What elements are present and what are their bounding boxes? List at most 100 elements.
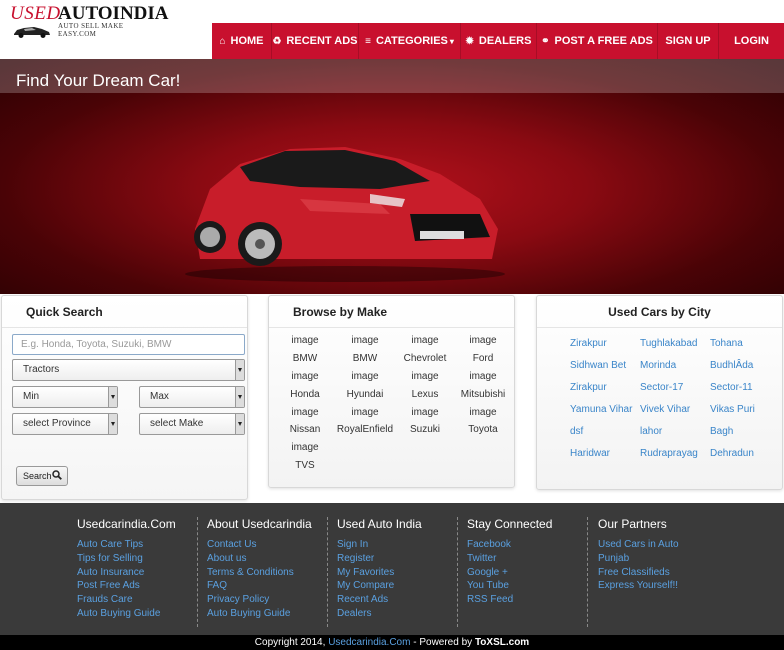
footer-link[interactable]: FAQ	[207, 579, 327, 593]
make-logo-image[interactable]: image	[275, 442, 335, 460]
make-select[interactable]: select Make	[139, 413, 245, 435]
city-link[interactable]: dsf	[570, 426, 640, 448]
make-logo-image[interactable]: image	[395, 335, 455, 353]
city-link[interactable]: Tohana	[710, 338, 770, 360]
make-link[interactable]: RoyalEnfield	[335, 424, 395, 442]
footer-link[interactable]: Post Free Ads	[77, 579, 197, 593]
nav-login[interactable]: LOGIN	[719, 23, 784, 59]
footer-link[interactable]: Terms & Conditions	[207, 566, 327, 580]
footer-link[interactable]: Auto Buying Guide	[207, 607, 327, 621]
footer-link[interactable]: Contact Us	[207, 538, 327, 552]
powered-by-link[interactable]: ToXSL.com	[475, 637, 529, 648]
make-logo-image[interactable]: image	[335, 371, 395, 389]
make-link[interactable]: TVS	[275, 460, 335, 478]
footer-link[interactable]: Privacy Policy	[207, 593, 327, 607]
city-link[interactable]: Vikas Puri	[710, 404, 770, 426]
make-link[interactable]: Honda	[275, 389, 335, 407]
make-logo-image[interactable]: image	[455, 407, 511, 425]
city-link[interactable]: Sector-11	[710, 382, 770, 404]
make-link[interactable]: Lexus	[395, 389, 455, 407]
make-link[interactable]: Chevrolet	[395, 353, 455, 371]
city-link[interactable]: Morinda	[640, 360, 710, 382]
footer-link[interactable]: RSS Feed	[467, 593, 587, 607]
select-arrow-icon	[235, 360, 244, 380]
footer-link[interactable]: Free Classifieds	[598, 566, 717, 580]
city-link[interactable]: Vivek Vihar	[640, 404, 710, 426]
footer-link[interactable]: You Tube	[467, 579, 587, 593]
empty-cell	[395, 460, 455, 478]
footer-link[interactable]: Used Cars in Auto	[598, 538, 717, 552]
city-link[interactable]: BudhlÂda	[710, 360, 770, 382]
min-price-select[interactable]: Min	[12, 386, 118, 408]
footer-link[interactable]: Auto Buying Guide	[77, 607, 197, 621]
city-link[interactable]: Tughlakabad	[640, 338, 710, 360]
footer-column-title: Stay Connected	[467, 517, 553, 531]
make-link[interactable]: Ford	[455, 353, 511, 371]
nav-recent-ads[interactable]: ♻ RECENT ADS	[272, 23, 359, 59]
footer-link[interactable]: Auto Care Tips	[77, 538, 197, 552]
footer-link[interactable]: Twitter	[467, 552, 587, 566]
city-link[interactable]: Dehradun	[710, 448, 770, 470]
footer-link[interactable]: My Favorites	[337, 566, 457, 580]
make-logo-image[interactable]: image	[395, 407, 455, 425]
footer-link[interactable]: Google +	[467, 566, 587, 580]
nav-post-free-ads[interactable]: ⚭ POST A FREE ADS	[537, 23, 658, 59]
quick-search-panel: Quick Search E.g. Honda, Toyota, Suzuki,…	[1, 295, 248, 500]
make-logo-image[interactable]: image	[275, 371, 335, 389]
make-link[interactable]: Suzuki	[395, 424, 455, 442]
footer-link[interactable]: Frauds Care	[77, 593, 197, 607]
menu-icon: ≡	[365, 35, 371, 47]
make-link[interactable]: BMW	[335, 353, 395, 371]
footer-link[interactable]: Dealers	[337, 607, 457, 621]
quick-search-title: Quick Search	[2, 296, 247, 328]
province-select[interactable]: select Province	[12, 413, 118, 435]
make-link[interactable]: Toyota	[455, 424, 511, 442]
footer-link[interactable]: Auto Insurance	[77, 566, 197, 580]
footer-link[interactable]: My Compare	[337, 579, 457, 593]
select-arrow-icon	[108, 387, 117, 407]
make-link[interactable]: Nissan	[275, 424, 335, 442]
footer-link-list: Sign In Register My Favorites My Compare Rec…	[337, 538, 457, 621]
make-logo-image[interactable]: image	[455, 335, 511, 353]
make-logo-image[interactable]: image	[335, 335, 395, 353]
footer-link[interactable]: Tips for Selling	[77, 552, 197, 566]
nav-home[interactable]: ⌂ HOME	[212, 23, 272, 59]
footer-link[interactable]: About us	[207, 552, 327, 566]
footer-link[interactable]: Register	[337, 552, 457, 566]
city-link[interactable]: Sector-17	[640, 382, 710, 404]
nav-categories[interactable]: ≡ CATEGORIES ▾	[359, 23, 461, 59]
make-link[interactable]: Mitsubishi	[455, 389, 511, 407]
max-price-select[interactable]: Max	[139, 386, 245, 408]
make-link[interactable]: Hyundai	[335, 389, 395, 407]
copyright-site-link[interactable]: Usedcarindia.Com	[328, 637, 410, 648]
footer-link[interactable]: Sign In	[337, 538, 457, 552]
city-link[interactable]: Zirakpur	[570, 338, 640, 360]
city-link[interactable]: lahor	[640, 426, 710, 448]
search-button[interactable]: Search	[16, 466, 68, 486]
footer-column-partners: Our Partners Used Cars in Auto Punjab Free…	[587, 517, 717, 627]
footer-link[interactable]: Facebook	[467, 538, 587, 552]
city-link[interactable]: Sidhwan Bet	[570, 360, 640, 382]
make-logo-image[interactable]: image	[335, 407, 395, 425]
nav-dealers[interactable]: ✹ DEALERS	[461, 23, 537, 59]
city-link[interactable]: Yamuna Vihar	[570, 404, 640, 426]
make-logo-image[interactable]: image	[395, 371, 455, 389]
make-link[interactable]: BMW	[275, 353, 335, 371]
site-logo[interactable]: USED AUTOINDIA AUTO SELL MAKE EASY.COM	[10, 3, 169, 45]
make-logo-image[interactable]: image	[455, 371, 511, 389]
footer-link[interactable]: Recent Ads	[337, 593, 457, 607]
city-link[interactable]: Bagh	[710, 426, 770, 448]
city-link[interactable]: Rudraprayag	[640, 448, 710, 470]
make-logo-image[interactable]: image	[275, 335, 335, 353]
city-link[interactable]: Zirakpur	[570, 382, 640, 404]
make-logo-image[interactable]: image	[275, 407, 335, 425]
nav-sign-up[interactable]: SIGN UP	[658, 23, 719, 59]
footer-link[interactable]: Express Yourself!!	[598, 579, 717, 593]
city-link[interactable]: Haridwar	[570, 448, 640, 470]
make-grid: image image image image BMW BMW Chevrolet Ford i…	[275, 335, 511, 478]
footer-link[interactable]: Punjab	[598, 552, 717, 566]
footer-column-usedcarindia: Usedcarindia.Com Auto Care Tips Tips for …	[67, 517, 197, 627]
category-select[interactable]: Tractors	[12, 359, 245, 381]
search-input[interactable]: E.g. Honda, Toyota, Suzuki, BMW	[12, 334, 245, 355]
red-car-image	[185, 147, 505, 282]
